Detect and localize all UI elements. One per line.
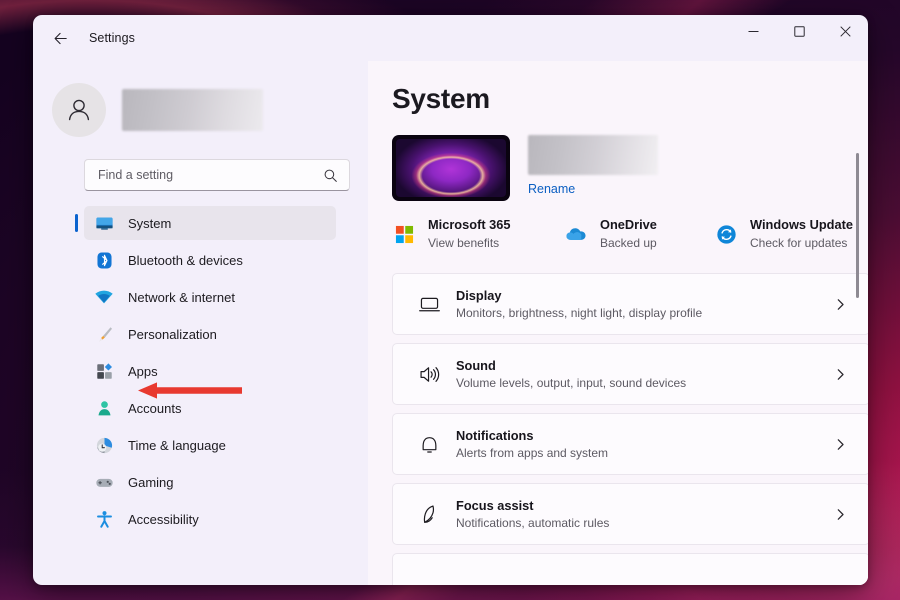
sidebar-item-label: Accessibility xyxy=(128,511,199,527)
bell-icon xyxy=(414,433,444,456)
person-icon xyxy=(92,399,116,418)
microsoft-logo-icon xyxy=(392,222,416,246)
chevron-right-icon[interactable] xyxy=(834,438,847,451)
maximize-button[interactable] xyxy=(776,15,822,48)
main-scrollbar[interactable] xyxy=(853,61,863,585)
settings-card-sound[interactable]: Sound Volume levels, output, input, soun… xyxy=(392,343,868,405)
service-tile-windows-update[interactable]: Windows Update Check for updates xyxy=(714,217,853,251)
sidebar-item-label: Personalization xyxy=(128,326,217,342)
service-tiles: Microsoft 365 View benefits OneDrive Bac… xyxy=(392,217,868,251)
desktop-wallpaper: Settings Find a setting System Bluetooth… xyxy=(0,0,900,600)
settings-card-next-partial[interactable] xyxy=(392,553,868,585)
close-button[interactable] xyxy=(822,15,868,48)
sidebar-item-label: Apps xyxy=(128,363,158,379)
service-title: Windows Update xyxy=(750,217,853,232)
rename-link[interactable]: Rename xyxy=(528,182,575,196)
main-content: System Rename Microsoft 365 View benefit… xyxy=(368,61,868,585)
sidebar-item-label: Time & language xyxy=(128,437,226,453)
device-screen-preview xyxy=(396,139,506,197)
close-icon xyxy=(839,26,851,37)
sidebar-item-network-internet[interactable]: Network & internet xyxy=(84,280,336,314)
service-tile-microsoft-365[interactable]: Microsoft 365 View benefits xyxy=(392,217,564,251)
card-subtitle: Notifications, automatic rules xyxy=(456,516,610,530)
chevron-right-icon[interactable] xyxy=(834,508,847,521)
moon-icon xyxy=(414,503,444,526)
card-subtitle: Alerts from apps and system xyxy=(456,446,609,460)
device-wallpaper-thumbnail xyxy=(392,135,510,201)
sidebar-item-time-language[interactable]: Time & language xyxy=(84,428,336,462)
title-bar: Settings xyxy=(33,15,868,61)
chevron-right-icon[interactable] xyxy=(834,368,847,381)
service-title: OneDrive xyxy=(600,217,657,232)
person-avatar-icon xyxy=(68,99,90,121)
avatar[interactable] xyxy=(52,83,106,137)
window-controls xyxy=(730,15,868,48)
card-title: Display xyxy=(456,288,502,303)
settings-card-display[interactable]: Display Monitors, brightness, night ligh… xyxy=(392,273,868,335)
device-meta: Rename xyxy=(528,135,658,201)
sidebar-item-gaming[interactable]: Gaming xyxy=(84,465,336,499)
speaker-icon xyxy=(414,363,444,386)
sidebar-item-label: Accounts xyxy=(128,400,182,416)
sidebar-item-bluetooth-devices[interactable]: Bluetooth & devices xyxy=(84,243,336,277)
window-title: Settings xyxy=(89,31,135,45)
sidebar-nav-list: System Bluetooth & devices Network & int… xyxy=(33,206,368,536)
sidebar-item-system[interactable]: System xyxy=(75,206,336,240)
bluetooth-icon xyxy=(92,251,116,270)
device-name-redacted xyxy=(528,135,658,175)
search-box[interactable] xyxy=(84,159,350,191)
sidebar: System Bluetooth & devices xyxy=(33,61,368,585)
gamepad-icon xyxy=(92,473,116,492)
card-subtitle: Monitors, brightness, night light, displ… xyxy=(456,306,703,320)
minimize-icon xyxy=(748,31,758,32)
card-title: Focus assist xyxy=(456,498,534,513)
settings-card-list: Display Monitors, brightness, night ligh… xyxy=(392,273,868,585)
search-icon[interactable] xyxy=(323,168,338,183)
sidebar-item-accounts[interactable]: Accounts xyxy=(84,391,336,425)
search-input[interactable] xyxy=(96,167,310,183)
account-block[interactable] xyxy=(52,83,368,137)
scrollbar-thumb[interactable] xyxy=(856,153,859,298)
sidebar-item-label: System xyxy=(128,215,172,231)
settings-card-notifications[interactable]: Notifications Alerts from apps and syste… xyxy=(392,413,868,475)
maximize-icon xyxy=(793,26,805,37)
service-tile-onedrive[interactable]: OneDrive Backed up xyxy=(564,217,714,251)
sidebar-item-label: Bluetooth & devices xyxy=(128,252,243,268)
sidebar-item-label: Network & internet xyxy=(128,289,235,305)
service-title: Microsoft 365 xyxy=(428,217,511,232)
back-button[interactable] xyxy=(44,22,76,54)
card-title: Sound xyxy=(456,358,496,373)
apps-grid-icon xyxy=(92,362,116,381)
account-name-redacted xyxy=(122,89,263,131)
sidebar-item-apps[interactable]: Apps xyxy=(84,354,336,388)
device-summary: Rename xyxy=(392,135,868,201)
monitor-icon xyxy=(92,214,116,233)
onedrive-cloud-icon xyxy=(564,222,588,246)
card-title: Notifications xyxy=(456,428,534,443)
settings-card-focus-assist[interactable]: Focus assist Notifications, automatic ru… xyxy=(392,483,868,545)
minimize-button[interactable] xyxy=(730,15,776,48)
service-subtitle: Backed up xyxy=(600,236,657,250)
sidebar-item-accessibility[interactable]: Accessibility xyxy=(84,502,336,536)
sidebar-item-label: Gaming xyxy=(128,474,174,490)
update-refresh-icon xyxy=(714,222,738,246)
sidebar-item-personalization[interactable]: Personalization xyxy=(84,317,336,351)
paintbrush-icon xyxy=(92,325,116,344)
display-monitor-icon xyxy=(414,293,444,316)
service-subtitle: View benefits xyxy=(428,236,500,250)
arrow-left-icon xyxy=(54,32,67,44)
accessibility-icon xyxy=(92,510,116,529)
page-title: System xyxy=(392,83,490,114)
settings-window: Settings Find a setting System Bluetooth… xyxy=(33,15,868,585)
clock-globe-icon xyxy=(92,436,116,455)
service-subtitle: Check for updates xyxy=(750,236,848,250)
card-subtitle: Volume levels, output, input, sound devi… xyxy=(456,376,687,390)
wifi-icon xyxy=(92,287,116,307)
chevron-right-icon[interactable] xyxy=(834,298,847,311)
